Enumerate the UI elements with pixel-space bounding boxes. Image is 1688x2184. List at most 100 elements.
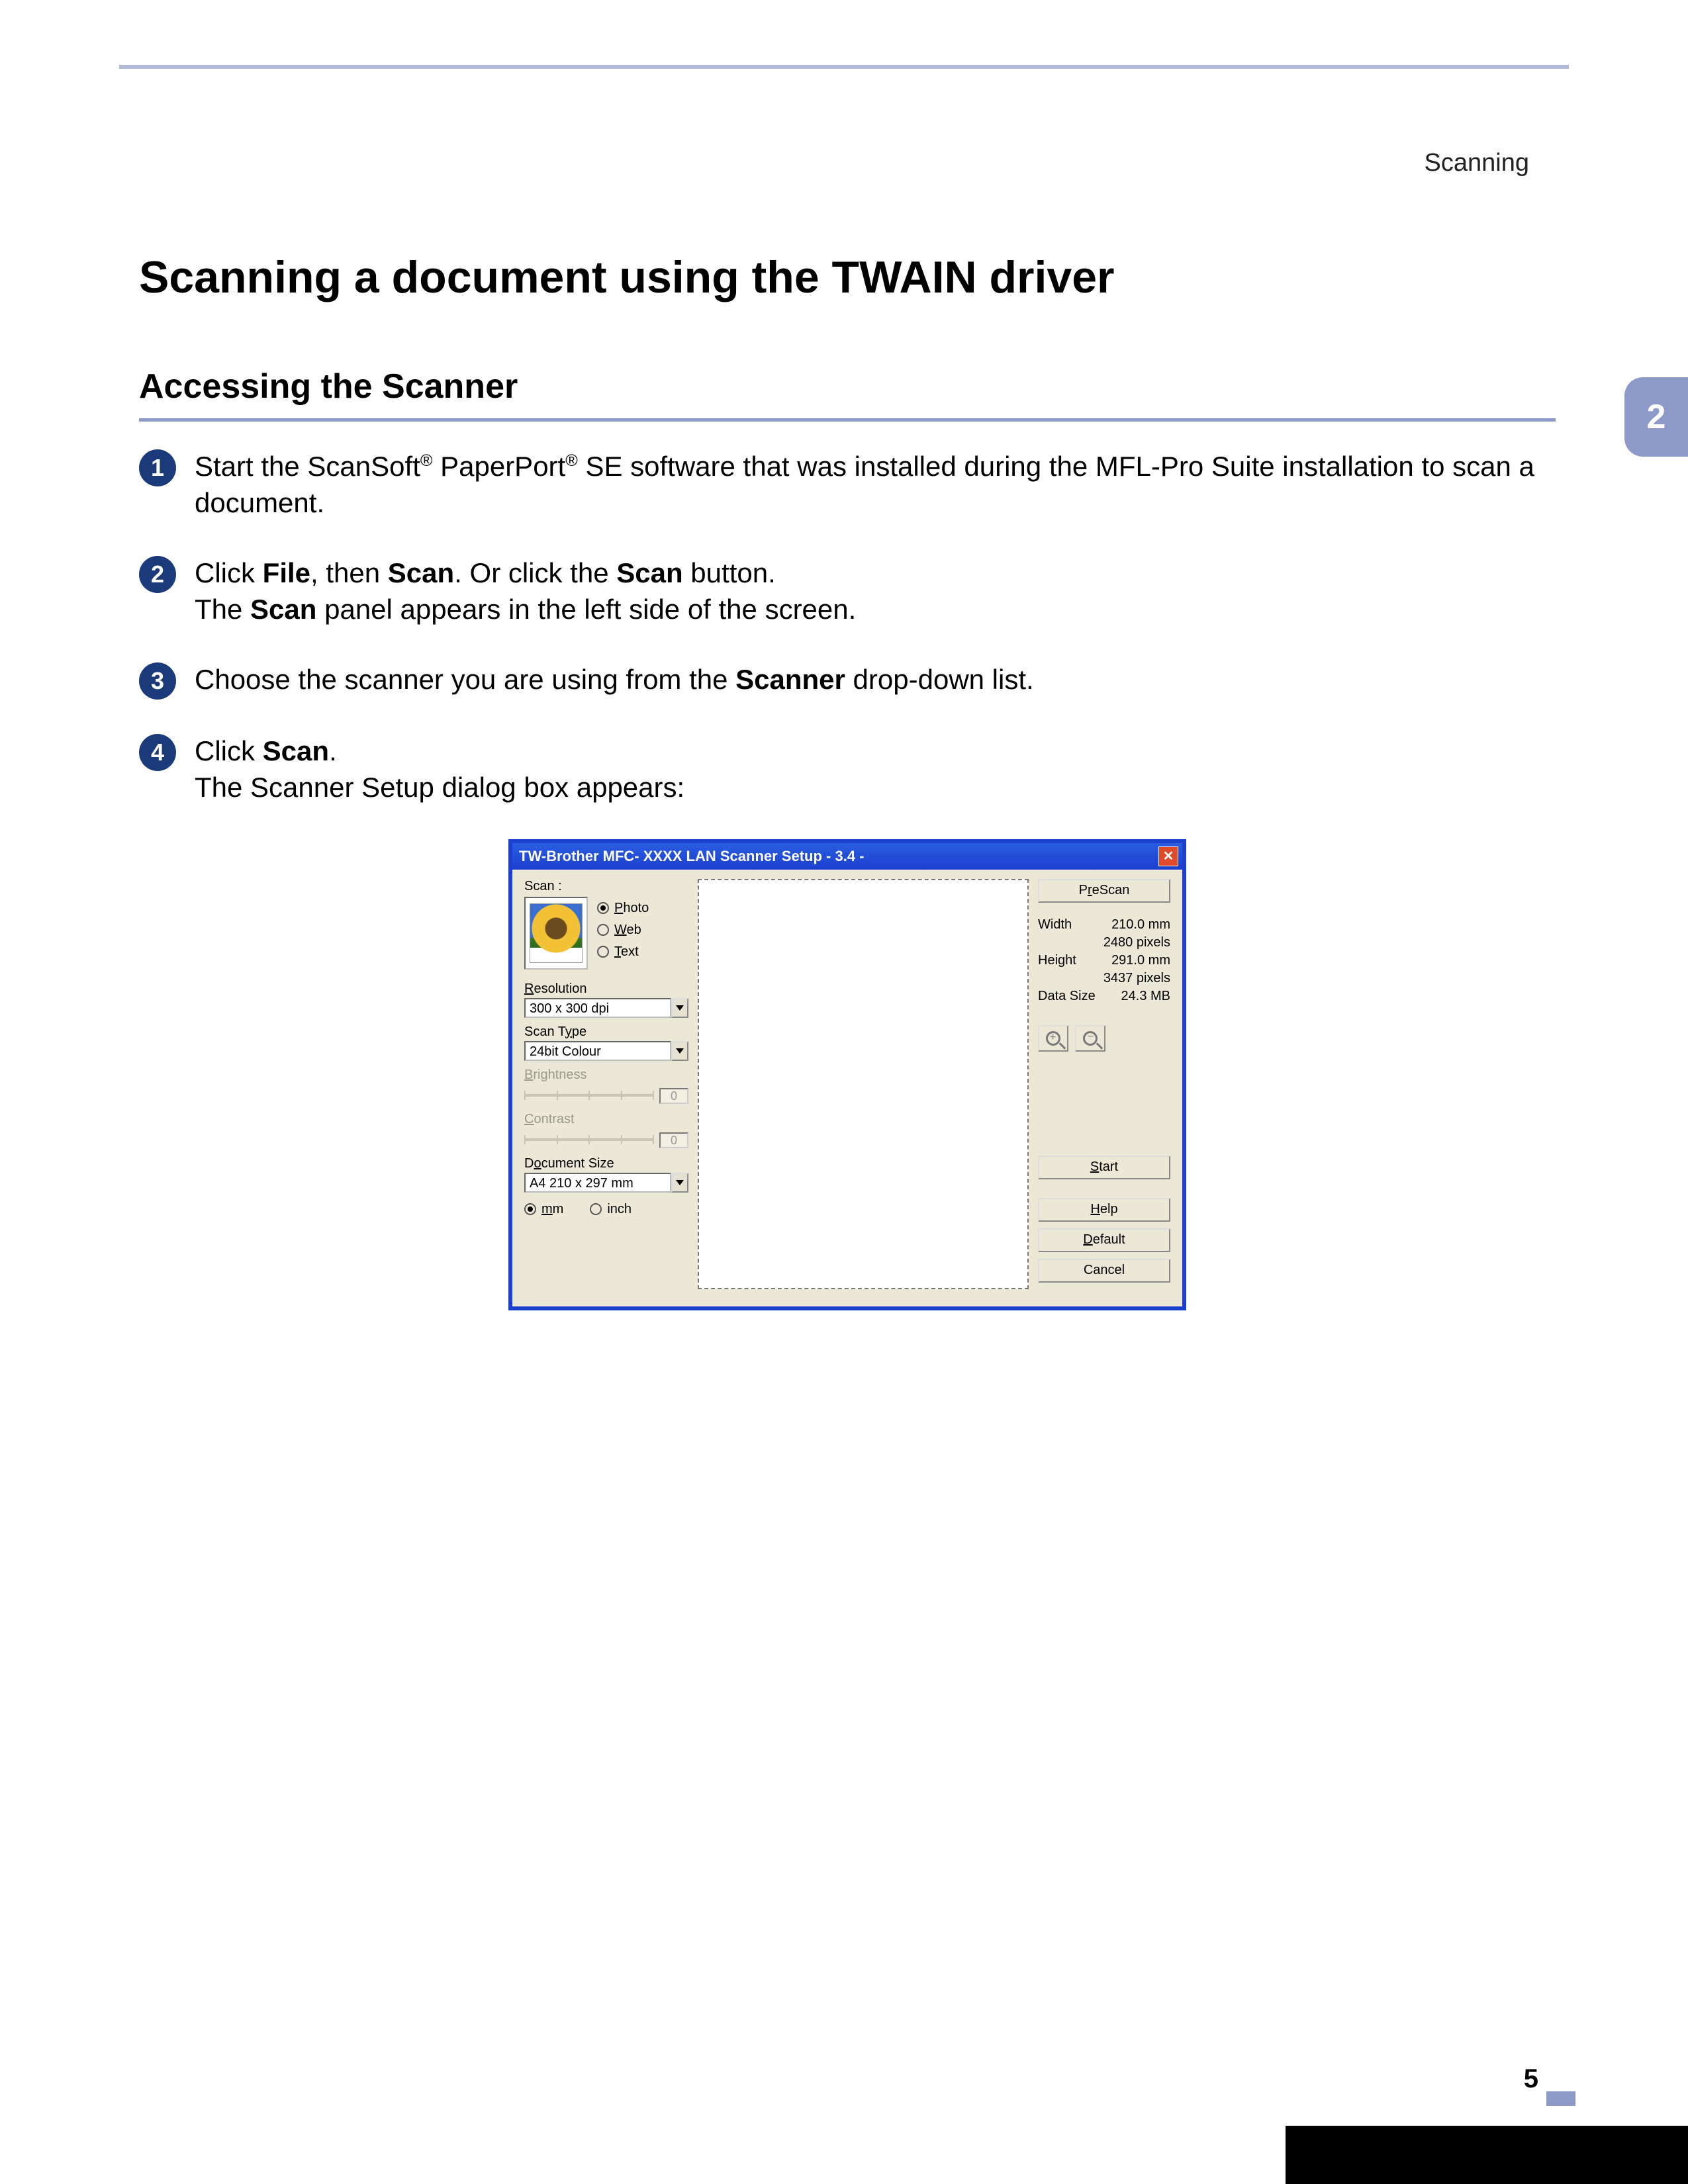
dialog-titlebar: TW-Brother MFC- XXXX LAN Scanner Setup -…: [512, 843, 1182, 870]
text: drop-down list.: [845, 664, 1034, 695]
text: Start the ScanSoft: [195, 451, 420, 482]
start-button[interactable]: Start: [1038, 1156, 1170, 1179]
section-heading: Accessing the Scanner: [139, 367, 1556, 406]
brightness-slider[interactable]: 0: [524, 1085, 688, 1105]
chevron-down-icon: [676, 1048, 684, 1054]
zoom-out-icon: [1083, 1031, 1098, 1046]
close-icon: ✕: [1163, 848, 1174, 864]
bold: Scan: [616, 557, 682, 588]
text: . Or click the: [454, 557, 616, 588]
radio-inch[interactable]: inch: [590, 1202, 632, 1217]
radio-web[interactable]: Web: [597, 923, 649, 938]
resolution-combo[interactable]: 300 x 300 dpi: [524, 998, 688, 1018]
resolution-value: 300 x 300 dpi: [524, 998, 671, 1018]
page-title: Scanning a document using the TWAIN driv…: [139, 251, 1556, 303]
text: panel appears in the left side of the sc…: [316, 594, 856, 625]
scan-info: Width 210.0 mm 2480 pixels Height 291.0 mm…: [1038, 916, 1170, 1005]
step-2-badge: 2: [139, 556, 176, 593]
scantype-label: Scan Type: [524, 1024, 688, 1040]
brightness-value: 0: [659, 1088, 688, 1104]
step-1-text: Start the ScanSoft® PaperPort® SE softwa…: [195, 448, 1556, 522]
cancel-button[interactable]: Cancel: [1038, 1259, 1170, 1283]
scan-label: Scan :: [524, 879, 688, 894]
page-number: 5: [1524, 2064, 1538, 2094]
default-button[interactable]: Default: [1038, 1228, 1170, 1252]
docsize-combo[interactable]: A4 210 x 297 mm: [524, 1173, 688, 1193]
bold: Scan: [263, 735, 329, 766]
bold: Scan: [388, 557, 454, 588]
contrast-label: Contrast: [524, 1112, 688, 1127]
radio-dot-icon: [597, 902, 609, 914]
bold: Scanner: [735, 664, 845, 695]
scantype-value: 24bit Colour: [524, 1041, 671, 1061]
registered-icon: ®: [565, 451, 578, 470]
step-3-text: Choose the scanner you are using from th…: [195, 661, 1556, 700]
combo-dropdown-button[interactable]: [671, 1041, 688, 1061]
text: Click: [195, 557, 263, 588]
step-4-badge: 4: [139, 734, 176, 771]
step-3-badge: 3: [139, 662, 176, 700]
text: PaperPort: [432, 451, 565, 482]
chevron-down-icon: [676, 1180, 684, 1185]
value: 291.0 mm: [1111, 952, 1170, 970]
combo-dropdown-button[interactable]: [671, 998, 688, 1018]
help-button[interactable]: Help: [1038, 1198, 1170, 1222]
preview-area[interactable]: [698, 879, 1029, 1289]
label: Width: [1038, 916, 1072, 934]
contrast-value: 0: [659, 1132, 688, 1148]
docsize-value: A4 210 x 297 mm: [524, 1173, 671, 1193]
step-2: 2 Click File, then Scan. Or click the Sc…: [139, 555, 1556, 628]
bold: Scan: [250, 594, 316, 625]
radio-dot-icon: [524, 1203, 536, 1215]
dialog-title: TW-Brother MFC- XXXX LAN Scanner Setup -…: [519, 848, 865, 865]
value: 2480 pixels: [1103, 934, 1170, 952]
bold: File: [263, 557, 310, 588]
zoom-in-icon: [1046, 1031, 1060, 1046]
radio-dot-icon: [597, 946, 609, 958]
section-rule: [139, 418, 1556, 422]
running-head: Scanning: [1425, 149, 1529, 177]
label: Height: [1038, 952, 1076, 970]
label: Data Size: [1038, 987, 1096, 1005]
text: , then: [310, 557, 388, 588]
text: button.: [683, 557, 776, 588]
prescan-button[interactable]: PreScan: [1038, 879, 1170, 903]
brightness-label: Brightness: [524, 1068, 688, 1083]
value: 24.3 MB: [1121, 987, 1170, 1005]
text: inch: [607, 1202, 632, 1217]
top-rule: [119, 65, 1569, 69]
chevron-down-icon: [676, 1005, 684, 1011]
sunflower-icon: [530, 904, 582, 962]
text: Choose the scanner you are using from th…: [195, 664, 735, 695]
scantype-combo[interactable]: 24bit Colour: [524, 1041, 688, 1061]
value: 3437 pixels: [1103, 970, 1170, 987]
footer-black-bar: [1286, 2126, 1688, 2184]
resolution-label: Resolution: [524, 981, 688, 997]
text: The: [195, 594, 250, 625]
step-4-text: Click Scan. The Scanner Setup dialog box…: [195, 733, 1556, 806]
close-button[interactable]: ✕: [1158, 846, 1178, 866]
text: Click: [195, 735, 263, 766]
radio-dot-icon: [597, 924, 609, 936]
contrast-slider[interactable]: 0: [524, 1130, 688, 1150]
zoom-out-button[interactable]: [1075, 1025, 1105, 1052]
step-2-text: Click File, then Scan. Or click the Scan…: [195, 555, 1556, 628]
step-1: 1 Start the ScanSoft® PaperPort® SE soft…: [139, 448, 1556, 522]
registered-icon: ®: [420, 451, 433, 470]
combo-dropdown-button[interactable]: [671, 1173, 688, 1193]
page-number-accent: [1546, 2091, 1575, 2106]
step-1-badge: 1: [139, 449, 176, 486]
docsize-label: Document Size: [524, 1156, 688, 1171]
text: .: [329, 735, 337, 766]
radio-photo[interactable]: PPhotohoto: [597, 901, 649, 916]
scan-thumbnail: [524, 897, 588, 970]
step-3: 3 Choose the scanner you are using from …: [139, 661, 1556, 700]
chapter-tab: 2: [1624, 377, 1688, 457]
scanner-setup-dialog: TW-Brother MFC- XXXX LAN Scanner Setup -…: [508, 839, 1186, 1310]
radio-dot-icon: [590, 1203, 602, 1215]
zoom-in-button[interactable]: [1038, 1025, 1068, 1052]
value: 210.0 mm: [1111, 916, 1170, 934]
step-4: 4 Click Scan. The Scanner Setup dialog b…: [139, 733, 1556, 806]
radio-mm[interactable]: mm: [524, 1202, 563, 1217]
radio-text[interactable]: Text: [597, 944, 649, 960]
